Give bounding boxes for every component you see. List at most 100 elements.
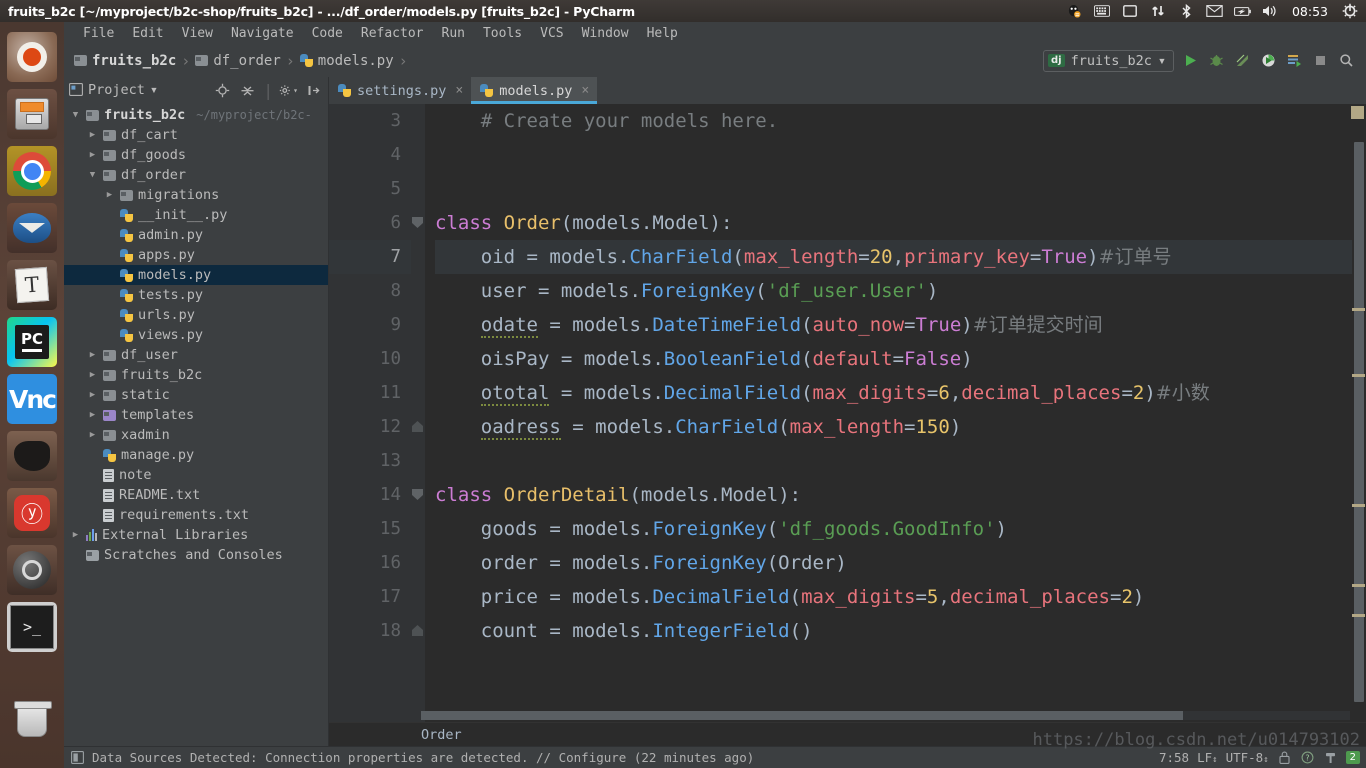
close-icon[interactable]: × (581, 83, 589, 98)
fold-end-icon[interactable] (412, 625, 423, 636)
code-line[interactable] (435, 444, 1366, 478)
warning-marker[interactable] (1352, 614, 1365, 617)
code-line[interactable]: ototal = models.DecimalField(max_digits=… (435, 376, 1366, 410)
line-number[interactable]: 11 (329, 376, 411, 410)
tree-item-tests-py[interactable]: tests.py (64, 285, 328, 305)
code-line[interactable]: class OrderDetail(models.Model): (435, 478, 1366, 512)
vnc-icon[interactable]: Vnc (7, 374, 57, 424)
db-icon[interactable] (70, 750, 85, 765)
line-number[interactable]: 7 (329, 240, 411, 274)
twisty-expanded-icon[interactable]: ▼ (87, 170, 98, 180)
vertical-scrollbar[interactable] (1351, 104, 1366, 722)
netease-music-icon[interactable]: ⓨ (7, 488, 57, 538)
breadcrumb-item-models-py[interactable]: models.py (296, 51, 398, 71)
code-line[interactable]: oadress = models.CharField(max_length=15… (435, 410, 1366, 444)
keyboard-icon[interactable] (1094, 3, 1111, 20)
inspection-status-marker[interactable] (1351, 106, 1364, 119)
line-number[interactable]: 17 (329, 580, 411, 614)
run-with-console-button[interactable] (1285, 51, 1304, 70)
twisty-collapsed-icon[interactable]: ▶ (104, 190, 115, 200)
code-line[interactable]: order = models.ForeignKey(Order) (435, 546, 1366, 580)
warning-marker[interactable] (1352, 504, 1365, 507)
trash-icon[interactable] (7, 696, 57, 746)
run-button[interactable] (1181, 51, 1200, 70)
code-line[interactable] (435, 138, 1366, 172)
menu-vcs[interactable]: VCS (531, 25, 572, 42)
volume-icon[interactable] (1262, 3, 1279, 20)
tree-item-views-py[interactable]: views.py (64, 325, 328, 345)
menu-file[interactable]: File (74, 25, 123, 42)
warning-marker[interactable] (1352, 308, 1365, 311)
twisty-expanded-icon[interactable]: ▼ (70, 110, 81, 120)
twisty-collapsed-icon[interactable]: ▶ (87, 130, 98, 140)
horizontal-scrollbar[interactable] (421, 711, 1350, 720)
tab-settings-py[interactable]: settings.py × (329, 77, 471, 104)
locate-icon[interactable] (213, 81, 232, 100)
line-number[interactable]: 8 (329, 274, 411, 308)
code-line[interactable]: odate = models.DateTimeField(auto_now=Tr… (435, 308, 1366, 342)
tree-item--init-py[interactable]: __init__.py (64, 205, 328, 225)
tree-item-df-order[interactable]: ▼ df_order (64, 165, 328, 185)
tree-item-fruits-b2c[interactable]: ▼ fruits_b2c ~/myproject/b2c- (64, 105, 328, 125)
text-editor-icon[interactable]: T (7, 260, 57, 310)
line-separator[interactable]: LF↕ (1197, 750, 1217, 765)
project-tree[interactable]: ▼ fruits_b2c ~/myproject/b2c- ▶ df_cart ▶ df_g… (64, 103, 328, 746)
fold-toggle-icon[interactable] (412, 217, 423, 228)
tab-models-py[interactable]: models.py × (471, 77, 598, 104)
help-icon[interactable]: ? (1300, 750, 1315, 765)
mail-icon[interactable] (1206, 3, 1223, 20)
tree-item-df-user[interactable]: ▶ df_user (64, 345, 328, 365)
twisty-collapsed-icon[interactable]: ▶ (87, 430, 98, 440)
tree-item-migrations[interactable]: ▶ migrations (64, 185, 328, 205)
thunderbird-icon[interactable] (7, 203, 57, 253)
status-message[interactable]: Data Sources Detected: Connection proper… (92, 750, 754, 765)
dbeaver-icon[interactable] (7, 431, 57, 481)
code-line[interactable]: oid = models.CharField(max_length=20,pri… (435, 240, 1366, 274)
tree-item-xadmin[interactable]: ▶ xadmin (64, 425, 328, 445)
tree-item-templates[interactable]: ▶ templates (64, 405, 328, 425)
menu-refactor[interactable]: Refactor (352, 25, 433, 42)
ubuntu-dash-icon[interactable] (7, 32, 57, 82)
fold-end-icon[interactable] (412, 421, 423, 432)
twisty-collapsed-icon[interactable]: ▶ (87, 370, 98, 380)
line-number[interactable]: 14 (329, 478, 411, 512)
code-line[interactable]: oisPay = models.BooleanField(default=Fal… (435, 342, 1366, 376)
code-line[interactable] (435, 172, 1366, 206)
terminal-icon[interactable]: >_ (7, 602, 57, 652)
settings-gear-icon[interactable]: ▾ (279, 81, 298, 100)
caret-position[interactable]: 7:58 (1159, 750, 1189, 765)
menu-run[interactable]: Run (433, 25, 474, 42)
code-line[interactable]: goods = models.ForeignKey('df_goods.Good… (435, 512, 1366, 546)
line-number[interactable]: 6 (329, 206, 411, 240)
steam-icon[interactable] (7, 545, 57, 595)
horizontal-scrollbar-thumb[interactable] (421, 711, 1183, 720)
profile-button[interactable] (1259, 51, 1278, 70)
close-icon[interactable]: × (455, 83, 463, 98)
collapse-all-icon[interactable] (238, 81, 257, 100)
display-icon[interactable] (1122, 3, 1139, 20)
line-number[interactable]: 10 (329, 342, 411, 376)
run-configuration-selector[interactable]: dj fruits_b2c ▾ (1042, 49, 1174, 72)
code-line[interactable]: price = models.DecimalField(max_digits=5… (435, 580, 1366, 614)
twisty-collapsed-icon[interactable]: ▶ (87, 350, 98, 360)
search-everywhere-button[interactable] (1337, 51, 1356, 70)
line-number[interactable]: 5 (329, 172, 411, 206)
stop-button[interactable] (1311, 51, 1330, 70)
files-icon[interactable] (7, 89, 57, 139)
line-number[interactable]: 4 (329, 138, 411, 172)
twisty-collapsed-icon[interactable]: ▶ (87, 390, 98, 400)
twisty-collapsed-icon[interactable]: ▶ (87, 150, 98, 160)
qq-icon[interactable] (1066, 3, 1083, 20)
tree-item-apps-py[interactable]: apps.py (64, 245, 328, 265)
line-number[interactable]: 18 (329, 614, 411, 648)
breadcrumb-item-df-order[interactable]: df_order (191, 51, 284, 71)
tray-clock[interactable]: 08:53 (1290, 4, 1330, 19)
project-panel-caret-icon[interactable]: ▾ (150, 82, 158, 98)
lock-icon[interactable] (1277, 750, 1292, 765)
menu-window[interactable]: Window (573, 25, 638, 42)
menu-tools[interactable]: Tools (474, 25, 531, 42)
chevron-down-icon[interactable]: ▾ (1158, 53, 1166, 69)
code-line[interactable]: count = models.IntegerField() (435, 614, 1366, 648)
line-number[interactable]: 9 (329, 308, 411, 342)
tree-item-models-py[interactable]: models.py (64, 265, 328, 285)
